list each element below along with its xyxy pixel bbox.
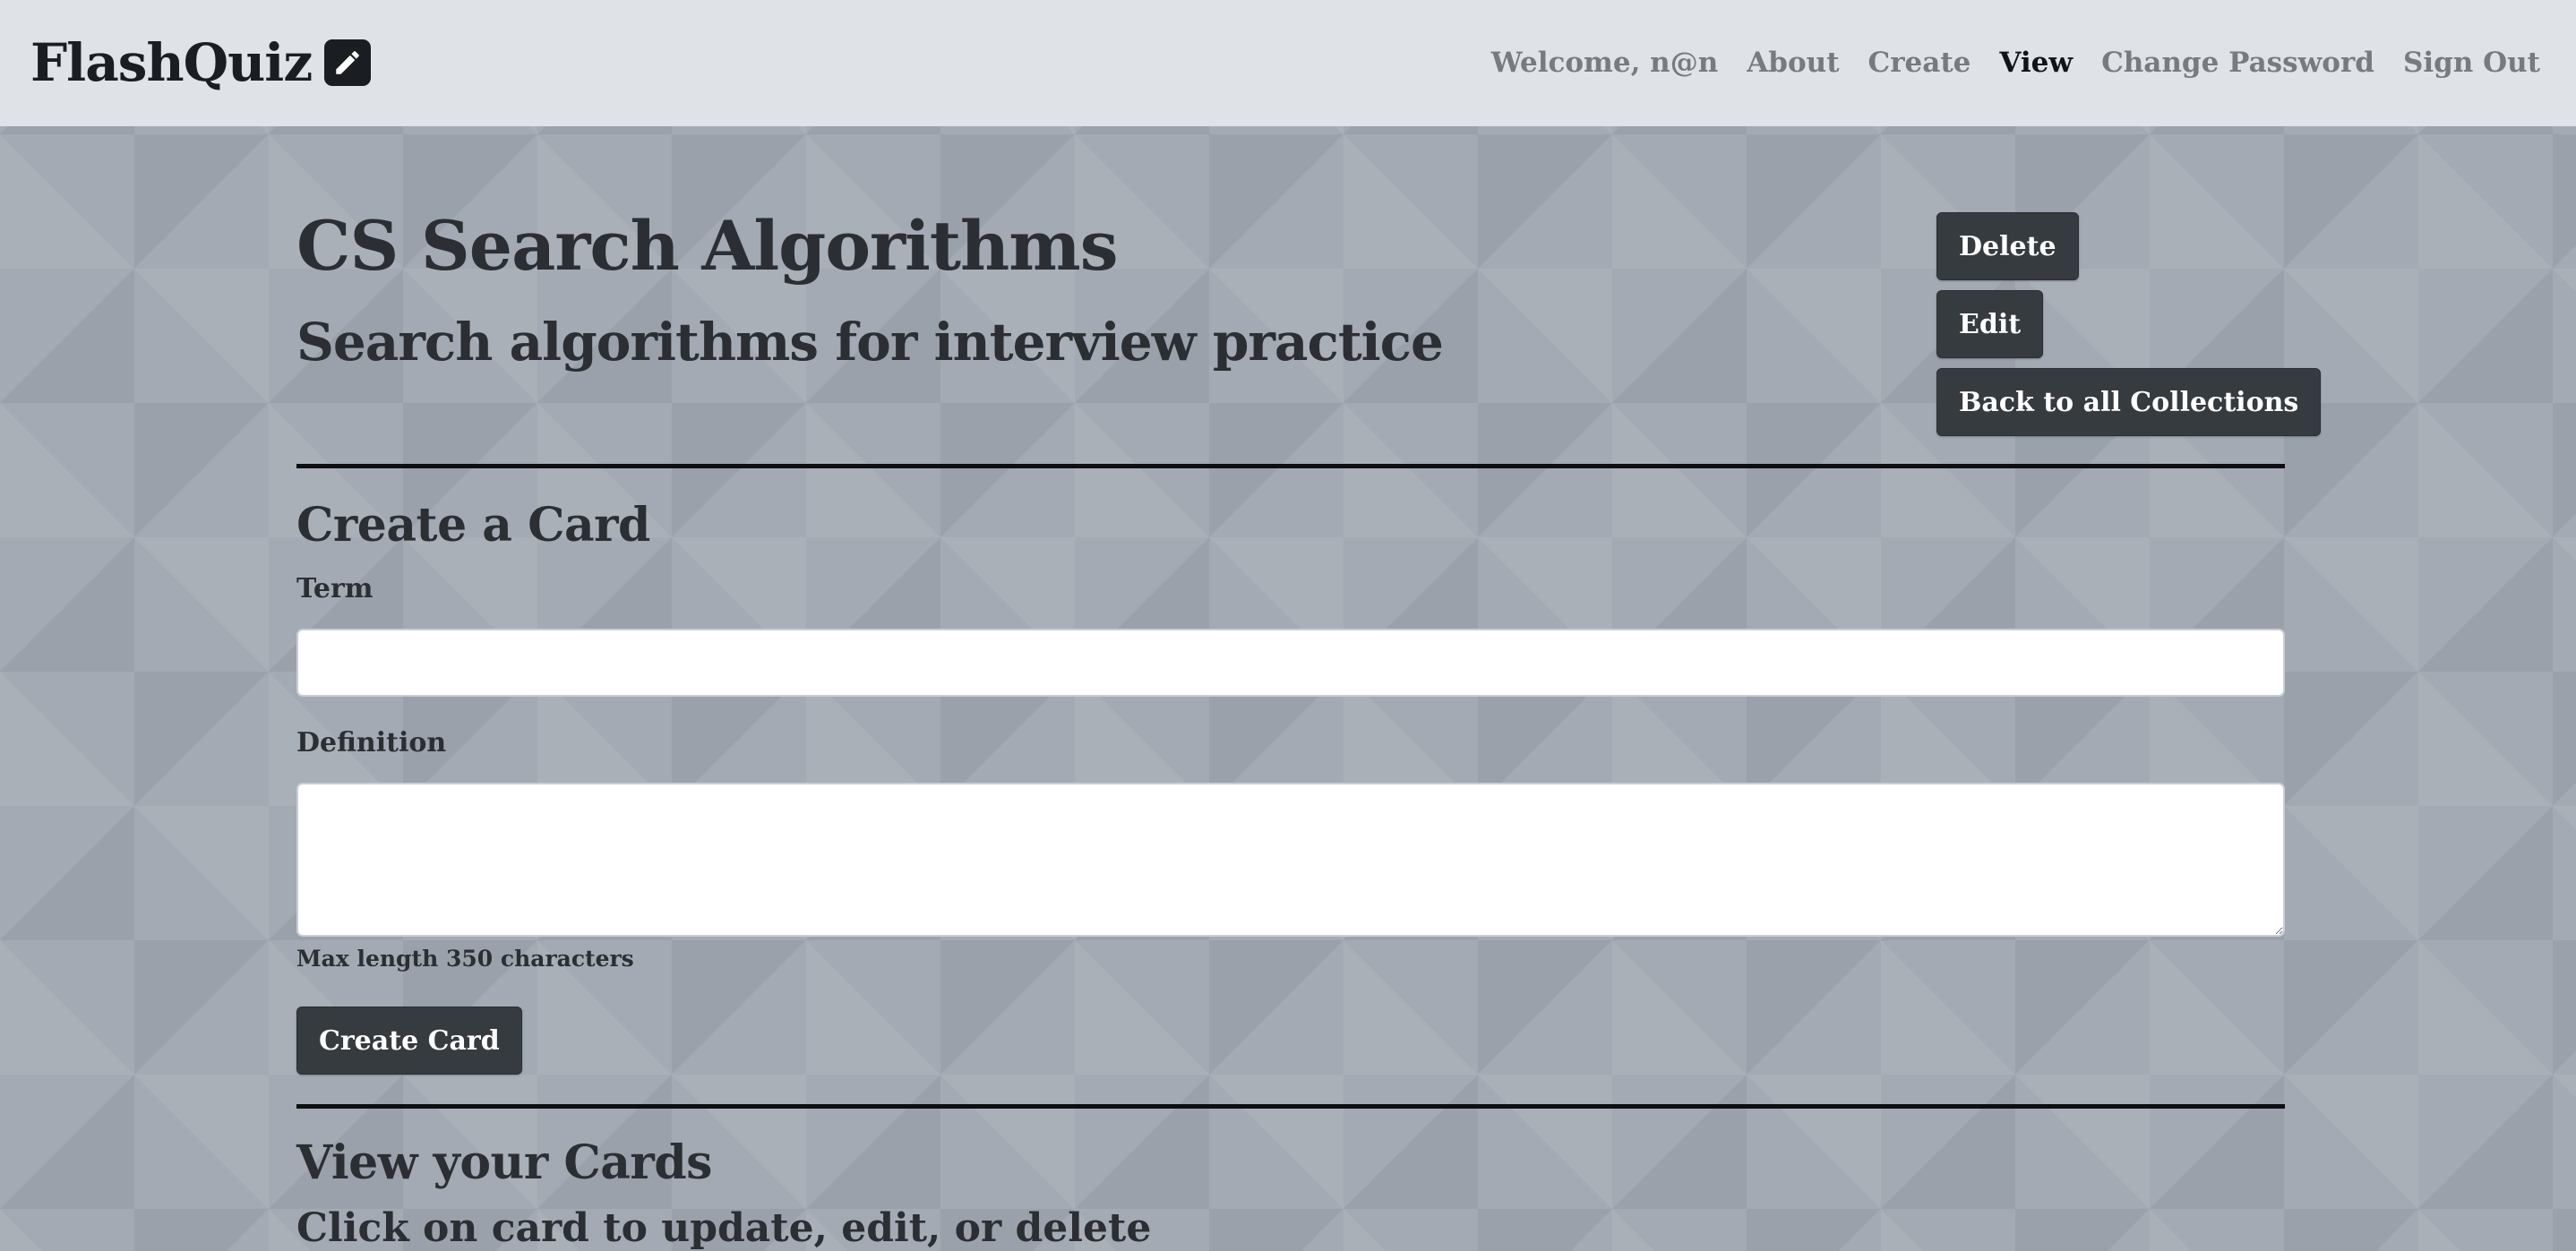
nav-about[interactable]: About [1747,47,1839,79]
nav-menu: Welcome, n@n About Create View Change Pa… [1491,39,2540,86]
nav-view[interactable]: View [1999,47,2073,79]
collection-title: CS Search Algorithms [296,206,1118,286]
definition-label: Definition [296,727,447,758]
brand-name[interactable]: FlashQuiz [30,37,313,89]
divider [296,1104,2285,1109]
back-to-collections-button[interactable]: Back to all Collections [1936,368,2322,436]
navbar: FlashQuiz Welcome, n@n About Create View… [0,0,2576,126]
create-card-button[interactable]: Create Card [296,1007,522,1075]
term-label: Term [296,573,374,604]
definition-hint: Max length 350 characters [296,946,634,972]
nav-sign-out[interactable]: Sign Out [2403,47,2540,79]
nav-create[interactable]: Create [1868,47,1971,79]
term-input[interactable] [296,629,2285,697]
view-cards-heading: View your Cards [296,1135,712,1190]
nav-welcome[interactable]: Welcome, n@n [1491,47,1719,79]
collection-actions: Delete Edit Back to all Collections [1936,212,2322,436]
view-cards-instructions: Click on card to update, edit, or delete [296,1205,1152,1251]
nav-change-password[interactable]: Change Password [2101,47,2374,79]
pencil-icon [324,39,372,86]
brand[interactable]: FlashQuiz [30,30,372,95]
create-card-heading: Create a Card [296,498,650,553]
collection-description: Search algorithms for interview practice [296,312,1444,373]
definition-textarea[interactable] [296,783,2285,937]
divider [296,464,2285,468]
edit-button[interactable]: Edit [1936,290,2044,358]
delete-button[interactable]: Delete [1936,212,2079,280]
